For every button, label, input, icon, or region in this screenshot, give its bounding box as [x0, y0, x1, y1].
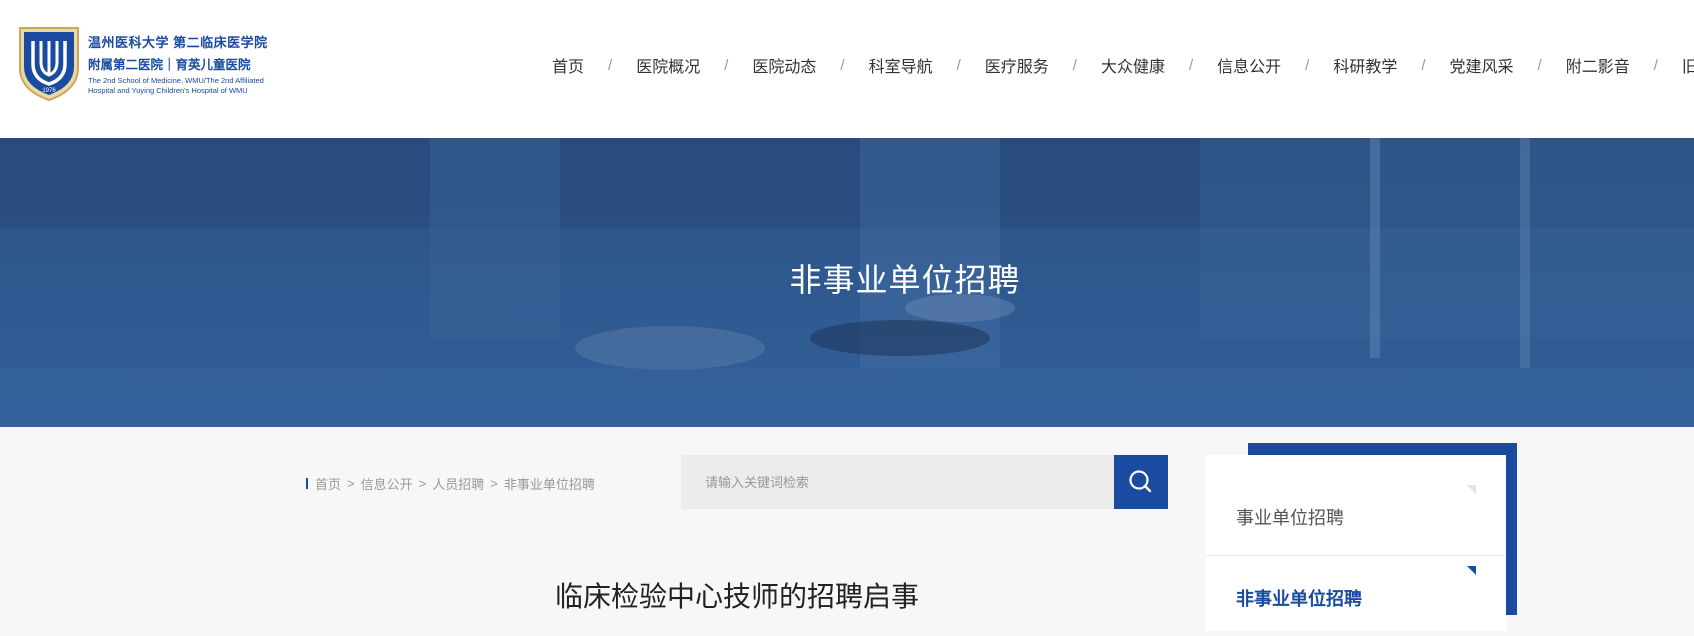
- corner-triangle-icon: [1467, 566, 1476, 575]
- nav-separator: /: [724, 56, 729, 74]
- sidebar-item-label: 非事业单位招聘: [1236, 589, 1362, 609]
- nav-item-home[interactable]: 首页: [552, 53, 584, 77]
- nav-item-research-teaching[interactable]: 科研教学: [1333, 53, 1397, 77]
- breadcrumb: 首页 > 信息公开 > 人员招聘 > 非事业单位招聘: [306, 474, 595, 493]
- nav-separator: /: [1537, 56, 1542, 74]
- logo-year: 1976: [42, 88, 56, 94]
- nav-separator: /: [1653, 56, 1658, 74]
- nav-item-party-building[interactable]: 党建风采: [1450, 53, 1514, 77]
- nav-separator: /: [608, 56, 613, 74]
- search-input[interactable]: [681, 455, 1114, 509]
- nav-item-media[interactable]: 附二影音: [1566, 53, 1630, 77]
- breadcrumb-separator: >: [490, 476, 498, 491]
- page-banner: 非事业单位招聘: [0, 138, 1694, 427]
- nav-item-departments[interactable]: 科室导航: [869, 53, 933, 77]
- breadcrumb-item-recruitment[interactable]: 人员招聘: [432, 474, 484, 493]
- breadcrumb-separator: >: [418, 476, 427, 491]
- banner-title: 非事业单位招聘: [789, 262, 1021, 298]
- logo-name-en-line2: Hospital and Yuying Children's Hospital …: [88, 86, 248, 95]
- breadcrumb-item-home[interactable]: 首页: [315, 474, 341, 493]
- article-title: 临床检验中心技师的招聘启事: [555, 581, 920, 612]
- nav-item-news[interactable]: 医院动态: [752, 53, 816, 77]
- search-icon: [1129, 470, 1152, 493]
- nav-separator: /: [1188, 56, 1194, 74]
- search-box: [681, 455, 1168, 509]
- nav-item-medical-services[interactable]: 医疗服务: [985, 53, 1049, 77]
- breadcrumb-item-current[interactable]: 非事业单位招聘: [504, 474, 595, 493]
- nav-item-public-health[interactable]: 大众健康: [1101, 53, 1165, 77]
- nav-separator: /: [1072, 56, 1077, 74]
- nav-separator: /: [1305, 56, 1310, 74]
- sidebar-item-non-career-units[interactable]: 非事业单位招聘: [1205, 556, 1506, 636]
- main-nav: 首页 / 医院概况 / 医院动态 / 科室导航 / 医疗服务 / 大众健康 / …: [552, 50, 1694, 80]
- sidebar-item-label: 事业单位招聘: [1236, 508, 1344, 528]
- logo-name-en-line1: The 2nd School of Medicine, WMU/The 2nd …: [88, 76, 264, 85]
- breadcrumb-item-info-disclosure[interactable]: 信息公开: [361, 474, 413, 493]
- nav-item-overview[interactable]: 医院概况: [636, 53, 700, 77]
- hospital-logo[interactable]: 1976 温州医科大学 第二临床医学院 附属第二医院｜育英儿童医院 The 2n…: [14, 24, 267, 104]
- nav-separator: /: [840, 56, 845, 74]
- breadcrumb-marker: [306, 478, 308, 489]
- nav-separator: /: [956, 56, 961, 74]
- breadcrumb-separator: >: [347, 476, 355, 491]
- logo-name-cn-line1: 温州医科大学 第二临床医学院: [88, 35, 268, 50]
- nav-separator: /: [1421, 56, 1426, 74]
- sidebar-menu: 事业单位招聘 非事业单位招聘: [1205, 455, 1506, 631]
- sidebar-item-career-units[interactable]: 事业单位招聘: [1205, 455, 1506, 556]
- site-header: 1976 温州医科大学 第二临床医学院 附属第二医院｜育英儿童医院 The 2n…: [0, 0, 1694, 138]
- nav-item-info-disclosure[interactable]: 信息公开: [1217, 53, 1281, 77]
- hospital-emblem-icon: 1976: [19, 27, 79, 102]
- search-button[interactable]: [1114, 455, 1168, 509]
- nav-item-old-version[interactable]: 旧版入口: [1682, 53, 1694, 77]
- logo-text: 温州医科大学 第二临床医学院 附属第二医院｜育英儿童医院 The 2nd Sch…: [88, 32, 268, 96]
- logo-name-cn-line2: 附属第二医院｜育英儿童医院: [88, 58, 251, 72]
- corner-triangle-icon: [1467, 485, 1476, 494]
